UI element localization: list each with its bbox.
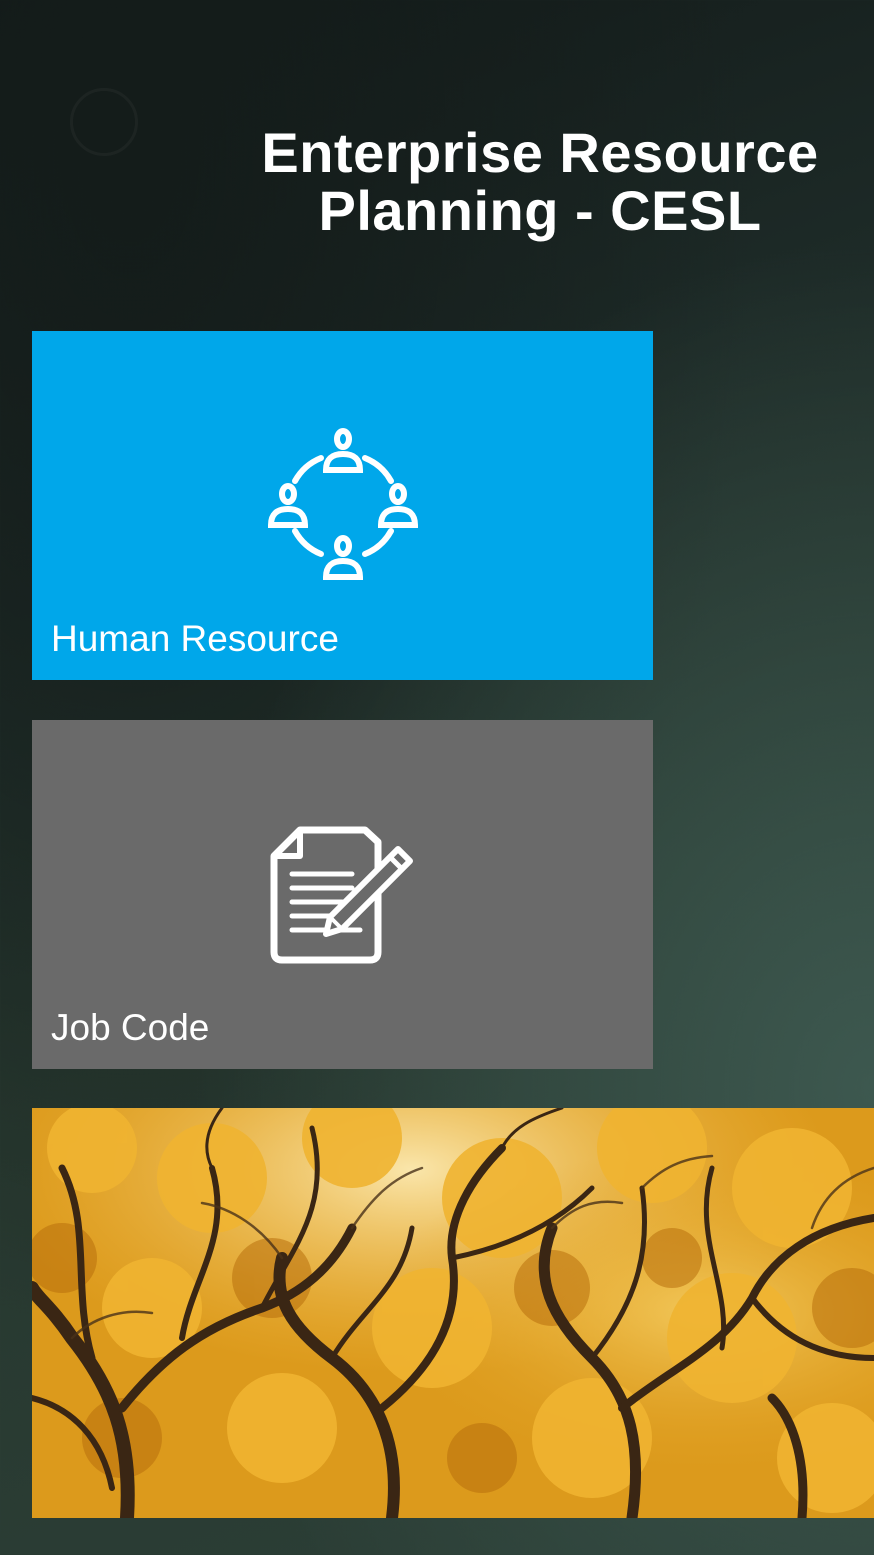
watermark-logo-icon — [70, 88, 138, 156]
autumn-trees-illustration — [32, 1108, 874, 1518]
job-code-tile[interactable]: Job Code — [32, 720, 653, 1069]
autumn-trees-photo[interactable] — [32, 1108, 874, 1518]
job-code-label: Job Code — [51, 1007, 210, 1048]
document-edit-icon — [270, 826, 413, 964]
team-network-icon — [267, 428, 418, 580]
human-resource-label: Human Resource — [51, 618, 339, 659]
human-resource-tile[interactable]: Human Resource — [32, 331, 653, 680]
page-title-line-1: Enterprise Resource — [261, 121, 819, 184]
page-title-line-2: Planning - CESL — [318, 179, 762, 242]
page-title: Enterprise Resource Planning - CESL — [180, 124, 874, 240]
